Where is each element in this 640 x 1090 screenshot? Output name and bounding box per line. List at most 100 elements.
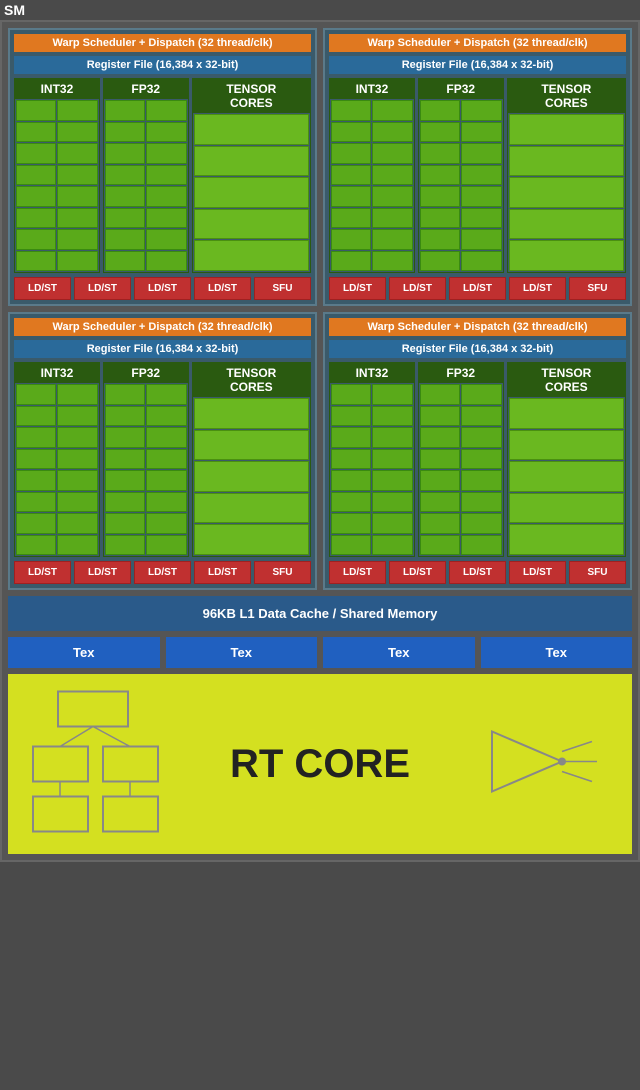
cell bbox=[420, 492, 460, 513]
cell bbox=[420, 406, 460, 427]
int32-cells-3 bbox=[15, 383, 99, 556]
cell bbox=[57, 384, 97, 405]
tensor-col-4: TENSORCORES bbox=[507, 362, 626, 557]
int32-cells-2 bbox=[330, 99, 414, 272]
cell bbox=[57, 513, 97, 534]
tensor-col-1: TENSORCORES bbox=[192, 78, 311, 273]
int32-label-1: INT32 bbox=[15, 79, 99, 99]
cell bbox=[372, 122, 412, 143]
cell bbox=[16, 492, 56, 513]
cell bbox=[420, 143, 460, 164]
cell bbox=[146, 449, 186, 470]
cell bbox=[331, 186, 371, 207]
fp32-col-1: FP32 bbox=[103, 78, 189, 273]
quadrant-4: Warp Scheduler + Dispatch (32 thread/clk… bbox=[323, 312, 632, 590]
tensor-cells-4 bbox=[508, 397, 625, 556]
cell bbox=[372, 186, 412, 207]
ldst-1-1: LD/ST bbox=[14, 277, 71, 300]
fp32-label-1: FP32 bbox=[104, 79, 188, 99]
cell bbox=[57, 449, 97, 470]
tex-row: Tex Tex Tex Tex bbox=[8, 637, 632, 668]
cell bbox=[105, 535, 145, 556]
cell bbox=[105, 513, 145, 534]
cell bbox=[105, 186, 145, 207]
cell bbox=[331, 492, 371, 513]
int32-label-4: INT32 bbox=[330, 363, 414, 383]
cell bbox=[372, 406, 412, 427]
ldst-2-1: LD/ST bbox=[329, 277, 386, 300]
cell bbox=[461, 449, 501, 470]
cell bbox=[57, 186, 97, 207]
tensor-label-2: TENSORCORES bbox=[508, 79, 625, 113]
cell bbox=[146, 406, 186, 427]
ldst-4-2: LD/ST bbox=[389, 561, 446, 584]
sm-label: SM bbox=[0, 0, 640, 20]
tensor-cell bbox=[194, 114, 309, 145]
tensor-cell bbox=[509, 524, 624, 555]
warp-scheduler-2: Warp Scheduler + Dispatch (32 thread/clk… bbox=[329, 34, 626, 52]
tensor-cell bbox=[509, 114, 624, 145]
tex-3: Tex bbox=[323, 637, 475, 668]
cell bbox=[461, 470, 501, 491]
cell bbox=[146, 384, 186, 405]
cell bbox=[420, 535, 460, 556]
cell bbox=[105, 384, 145, 405]
cell bbox=[461, 122, 501, 143]
cell bbox=[16, 449, 56, 470]
fp32-cells-1 bbox=[104, 99, 188, 272]
cell bbox=[146, 229, 186, 250]
cell bbox=[461, 406, 501, 427]
register-file-2: Register File (16,384 x 32-bit) bbox=[329, 56, 626, 74]
cell bbox=[16, 229, 56, 250]
cell bbox=[372, 470, 412, 491]
cell bbox=[105, 122, 145, 143]
cell bbox=[420, 251, 460, 272]
cell bbox=[461, 492, 501, 513]
tensor-cell bbox=[194, 524, 309, 555]
cell bbox=[16, 122, 56, 143]
cell bbox=[146, 165, 186, 186]
rt-diagrams-right bbox=[482, 722, 612, 807]
cell bbox=[461, 251, 501, 272]
register-file-3: Register File (16,384 x 32-bit) bbox=[14, 340, 311, 358]
cell bbox=[146, 535, 186, 556]
cell bbox=[331, 251, 371, 272]
cell bbox=[461, 535, 501, 556]
cell bbox=[57, 406, 97, 427]
cell bbox=[16, 384, 56, 405]
cores-2: INT32 FP32 bbox=[329, 78, 626, 273]
cell bbox=[331, 208, 371, 229]
cell bbox=[57, 470, 97, 491]
cell bbox=[420, 208, 460, 229]
cell bbox=[146, 100, 186, 121]
cell bbox=[105, 251, 145, 272]
cell bbox=[16, 186, 56, 207]
cell bbox=[372, 384, 412, 405]
cell bbox=[331, 229, 371, 250]
cell bbox=[146, 208, 186, 229]
cell bbox=[420, 165, 460, 186]
quadrants-grid: Warp Scheduler + Dispatch (32 thread/clk… bbox=[8, 28, 632, 590]
cell bbox=[372, 427, 412, 448]
cell bbox=[420, 100, 460, 121]
tensor-label-3: TENSORCORES bbox=[193, 363, 310, 397]
ldst-2-4: LD/ST bbox=[509, 277, 566, 300]
cell bbox=[372, 229, 412, 250]
cell bbox=[461, 384, 501, 405]
ldst-3-3: LD/ST bbox=[134, 561, 191, 584]
warp-scheduler-4: Warp Scheduler + Dispatch (32 thread/clk… bbox=[329, 318, 626, 336]
cell bbox=[420, 470, 460, 491]
quadrant-2: Warp Scheduler + Dispatch (32 thread/clk… bbox=[323, 28, 632, 306]
cell bbox=[372, 535, 412, 556]
cell bbox=[105, 406, 145, 427]
cell bbox=[461, 229, 501, 250]
cell bbox=[16, 143, 56, 164]
cell bbox=[146, 122, 186, 143]
cell bbox=[372, 143, 412, 164]
cell bbox=[372, 208, 412, 229]
cell bbox=[461, 165, 501, 186]
cell bbox=[57, 143, 97, 164]
tensor-cell bbox=[509, 146, 624, 177]
rt-diagram-svg-right bbox=[482, 722, 612, 802]
cell bbox=[105, 449, 145, 470]
